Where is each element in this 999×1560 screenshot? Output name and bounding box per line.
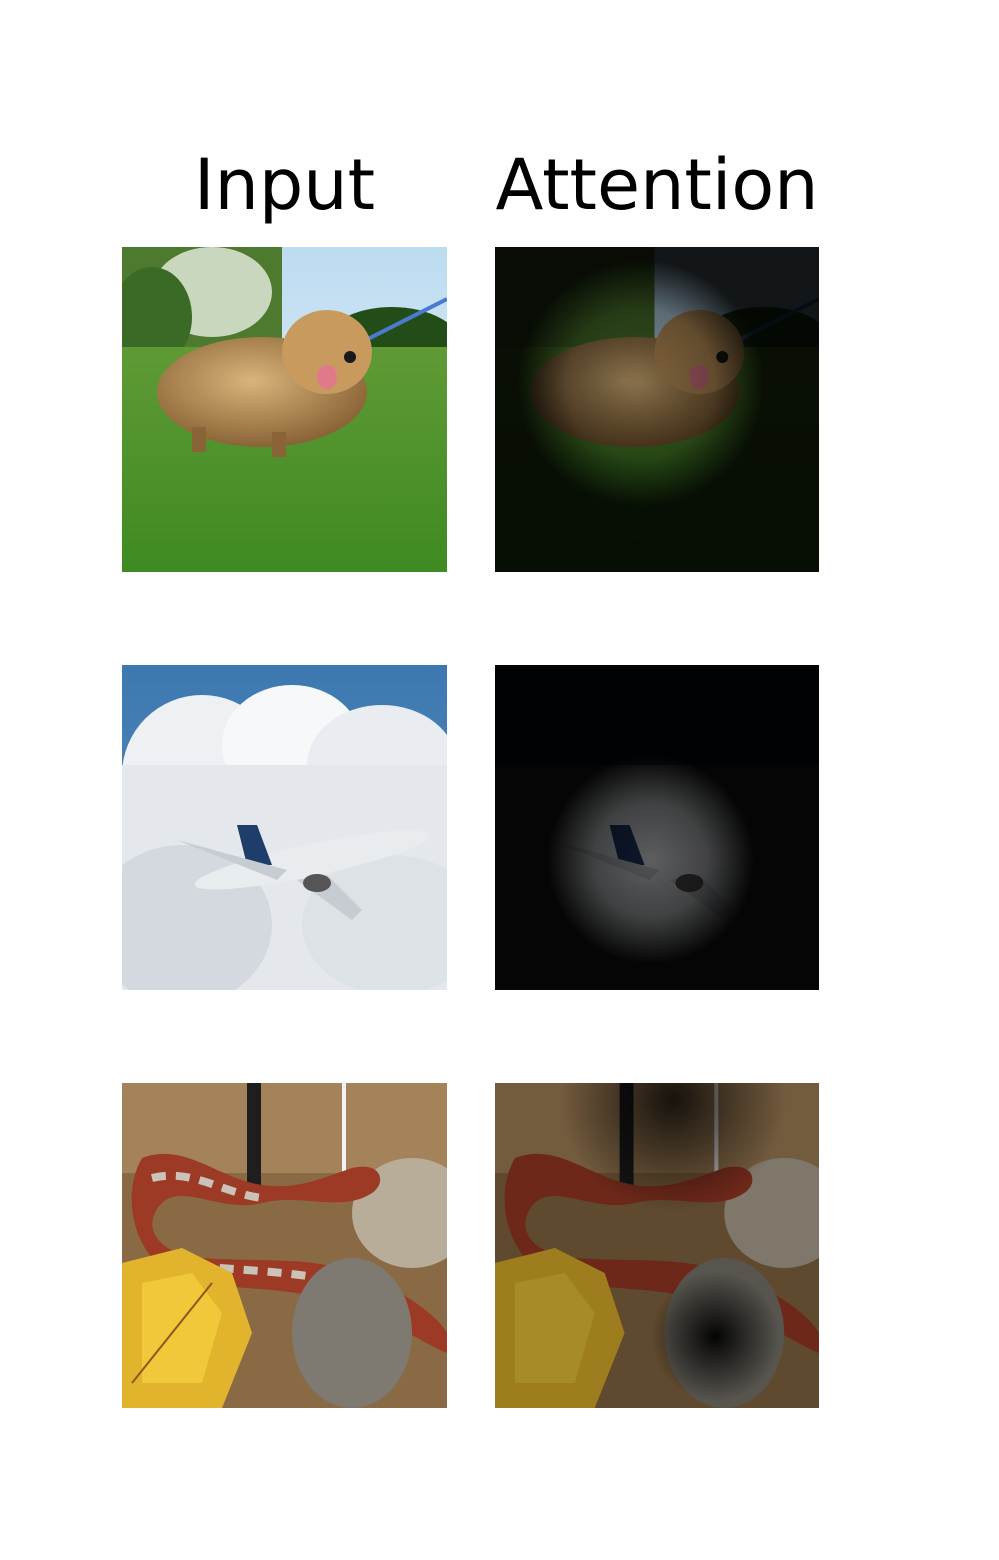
dog-on-grass-photo [122, 247, 447, 572]
snake-on-leaves-photo [122, 1083, 447, 1408]
attention-map-dog [495, 247, 819, 572]
snake-attention-map [495, 1083, 819, 1408]
input-image-snake [122, 1083, 447, 1408]
attention-map-airplane [495, 665, 819, 990]
column-title-input: Input [193, 144, 376, 226]
dog-attention-map [495, 247, 819, 572]
airplane-attention-map [495, 665, 819, 990]
airplane-in-clouds-photo [122, 665, 447, 990]
input-image-dog [122, 247, 447, 572]
column-title-attention: Attention [495, 144, 819, 226]
input-image-airplane [122, 665, 447, 990]
attention-map-snake [495, 1083, 819, 1408]
